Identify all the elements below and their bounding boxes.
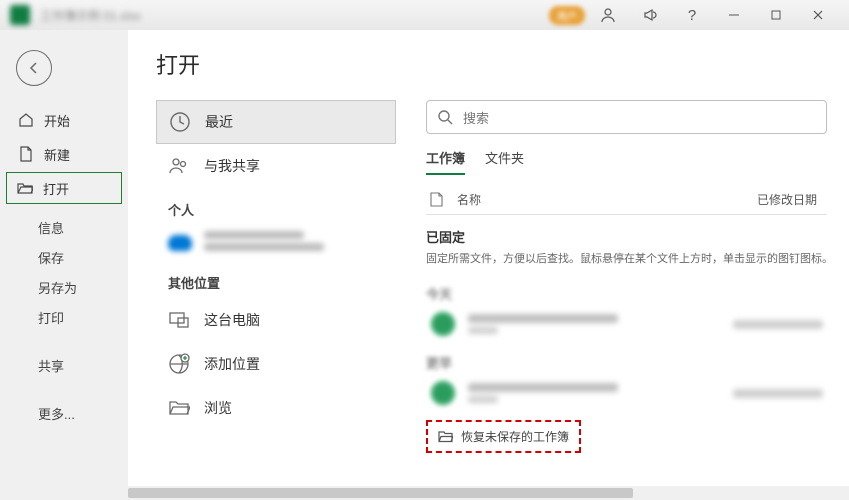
filter-tabs: 工作簿 文件夹 xyxy=(426,148,845,175)
maximize-button[interactable] xyxy=(757,1,795,29)
group-today: 今天 xyxy=(426,284,845,303)
sidebar-item-share[interactable]: 共享 xyxy=(0,350,128,380)
minimize-button[interactable] xyxy=(715,1,753,29)
sidebar-item-more[interactable]: 更多... xyxy=(0,398,128,428)
file-row[interactable] xyxy=(426,303,845,345)
column-modified[interactable]: 已修改日期 xyxy=(757,191,817,208)
sidebar-item-home[interactable]: 开始 xyxy=(0,104,128,136)
horizontal-scrollbar[interactable] xyxy=(128,486,849,500)
source-recent[interactable]: 最近 xyxy=(156,100,396,144)
open-folder-icon xyxy=(17,180,33,196)
sidebar-item-print[interactable]: 打印 xyxy=(0,302,128,332)
recover-unsaved-button[interactable]: 恢复未保存的工作簿 xyxy=(426,420,581,453)
search-placeholder: 搜索 xyxy=(463,108,489,127)
sidebar-label: 新建 xyxy=(44,145,70,164)
excel-file-icon xyxy=(430,311,456,337)
column-headers: 名称 已修改日期 xyxy=(426,183,827,215)
sidebar-label: 打开 xyxy=(43,179,69,198)
source-heading-personal: 个人 xyxy=(168,200,396,219)
source-label: 与我共享 xyxy=(204,156,260,176)
add-place-icon xyxy=(168,353,190,375)
excel-file-icon xyxy=(430,380,456,406)
group-earlier: 更早 xyxy=(426,353,845,372)
file-date xyxy=(733,320,823,329)
source-add-place[interactable]: 添加位置 xyxy=(156,342,396,386)
sidebar-item-save[interactable]: 保存 xyxy=(0,242,128,272)
source-shared[interactable]: 与我共享 xyxy=(156,144,396,188)
account-icon[interactable] xyxy=(589,1,627,29)
home-icon xyxy=(18,112,34,128)
user-badge[interactable]: 用户 xyxy=(549,6,585,25)
tab-workbooks[interactable]: 工作簿 xyxy=(426,148,465,175)
source-this-pc[interactable]: 这台电脑 xyxy=(156,298,396,342)
source-onedrive[interactable] xyxy=(156,225,396,261)
source-label: 最近 xyxy=(205,112,233,132)
new-icon xyxy=(18,146,34,162)
announce-icon[interactable] xyxy=(631,1,669,29)
source-label: 这台电脑 xyxy=(204,310,260,330)
onedrive-icon xyxy=(168,235,192,251)
recover-label: 恢复未保存的工作簿 xyxy=(461,428,569,445)
file-name xyxy=(468,383,721,403)
tab-folders[interactable]: 文件夹 xyxy=(485,148,524,175)
source-list: 最近 与我共享 个人 其他位置 这台电脑 添加位置 xyxy=(156,100,396,500)
source-heading-other: 其他位置 xyxy=(168,273,396,292)
pc-icon xyxy=(168,309,190,331)
folder-open-icon xyxy=(438,430,453,443)
source-label: 添加位置 xyxy=(204,354,260,374)
scrollbar-thumb[interactable] xyxy=(128,488,633,498)
pinned-section-desc: 固定所需文件，方便以后查找。鼠标悬停在某个文件上方时，单击显示的图钉图标。 xyxy=(426,250,845,266)
backstage-sidebar: 开始 新建 打开 信息 保存 另存为 打印 共享 更多... xyxy=(0,30,128,500)
sidebar-label: 开始 xyxy=(44,111,70,130)
help-icon[interactable]: ? xyxy=(673,1,711,29)
close-button[interactable] xyxy=(799,1,837,29)
title-bar: 工作簿示例 01.xlsx 用户 ? xyxy=(0,0,849,30)
sidebar-item-new[interactable]: 新建 xyxy=(0,138,128,170)
file-date xyxy=(733,389,823,398)
document-title: 工作簿示例 01.xlsx xyxy=(40,7,141,24)
search-input[interactable]: 搜索 xyxy=(426,100,827,134)
file-icon xyxy=(430,192,443,207)
sidebar-item-open[interactable]: 打开 xyxy=(6,172,122,204)
browse-folder-icon xyxy=(168,397,190,419)
search-icon xyxy=(437,109,453,125)
file-panel: 搜索 工作簿 文件夹 名称 已修改日期 已固定 固定所需文件，方便以后查找。鼠标… xyxy=(426,100,845,500)
content-area: 打开 最近 与我共享 个人 其他位置 这台电脑 xyxy=(128,30,849,500)
source-label: 浏览 xyxy=(204,398,232,418)
pinned-section-title: 已固定 xyxy=(426,227,845,246)
column-name[interactable]: 名称 xyxy=(457,191,747,208)
file-row[interactable] xyxy=(426,372,845,414)
app-icon xyxy=(10,5,30,25)
sidebar-item-info[interactable]: 信息 xyxy=(0,212,128,242)
file-name xyxy=(468,314,721,334)
shared-icon xyxy=(168,155,190,177)
page-title: 打开 xyxy=(156,48,845,80)
clock-icon xyxy=(169,111,191,133)
back-button[interactable] xyxy=(16,50,52,86)
source-browse[interactable]: 浏览 xyxy=(156,386,396,430)
sidebar-item-save-as[interactable]: 另存为 xyxy=(0,272,128,302)
